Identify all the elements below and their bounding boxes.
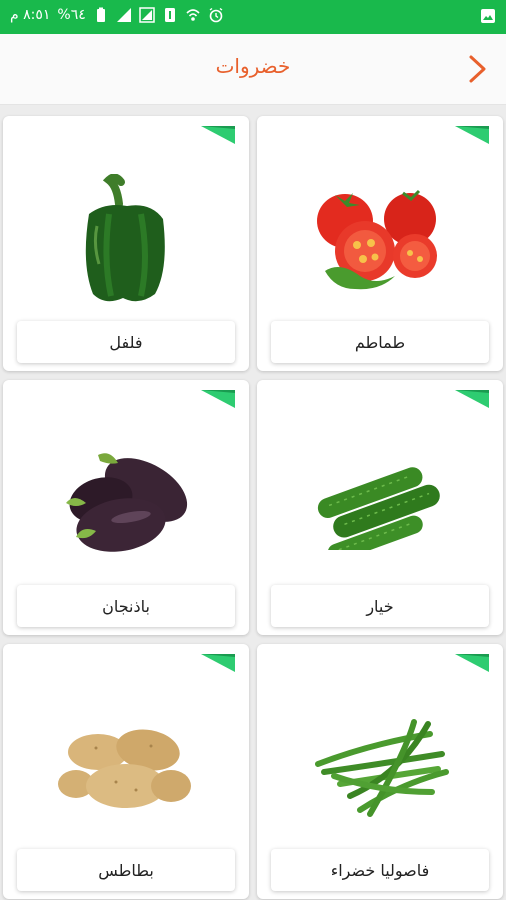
product-card-potato[interactable]: بطاطس (3, 644, 249, 899)
product-name: فلفل (17, 321, 235, 363)
product-card-eggplant[interactable]: باذنجان (3, 380, 249, 635)
corner-ribbon-icon (455, 126, 489, 144)
product-name: باذنجان (17, 585, 235, 627)
page-title: خضروات (215, 54, 291, 78)
signal-icon (116, 8, 131, 22)
corner-ribbon-icon (201, 390, 235, 408)
product-card-cucumber[interactable]: خيار (257, 380, 503, 635)
status-right (480, 8, 496, 28)
wifi-icon (186, 9, 200, 21)
app-header: خضروات (0, 34, 506, 105)
product-card-tomato[interactable]: طماطم (257, 116, 503, 371)
product-card-green-beans[interactable]: فاصوليا خضراء (257, 644, 503, 899)
eggplant-image (3, 420, 249, 590)
corner-ribbon-icon (201, 126, 235, 144)
status-bar: ٨:٥١ م %٦٤ (0, 0, 506, 34)
product-name: فاصوليا خضراء (271, 849, 489, 891)
product-name: خيار (271, 585, 489, 627)
tomato-image (257, 156, 503, 326)
corner-ribbon-icon (455, 390, 489, 408)
cucumber-image (257, 420, 503, 590)
battery-percent: %٦٤ (57, 7, 86, 23)
potato-image (3, 684, 249, 854)
product-name: طماطم (271, 321, 489, 363)
status-time: ٨:٥١ م (10, 7, 51, 23)
sim-icon (164, 8, 175, 22)
chevron-right-icon[interactable] (466, 52, 490, 86)
product-name: بطاطس (17, 849, 235, 891)
corner-ribbon-icon (455, 654, 489, 672)
green-beans-image (257, 684, 503, 854)
product-card-pepper[interactable]: فلفل (3, 116, 249, 371)
product-grid: طماطم فلفل خيار باذنجان فاصوليا خضراء بط… (0, 104, 506, 900)
corner-ribbon-icon (201, 654, 235, 672)
battery-icon (96, 7, 105, 22)
gallery-icon (481, 9, 495, 23)
alarm-icon (209, 7, 223, 23)
green-pepper-image (3, 156, 249, 326)
status-left: ٨:٥١ م %٦٤ (10, 7, 224, 23)
signal-box-icon (139, 7, 155, 23)
